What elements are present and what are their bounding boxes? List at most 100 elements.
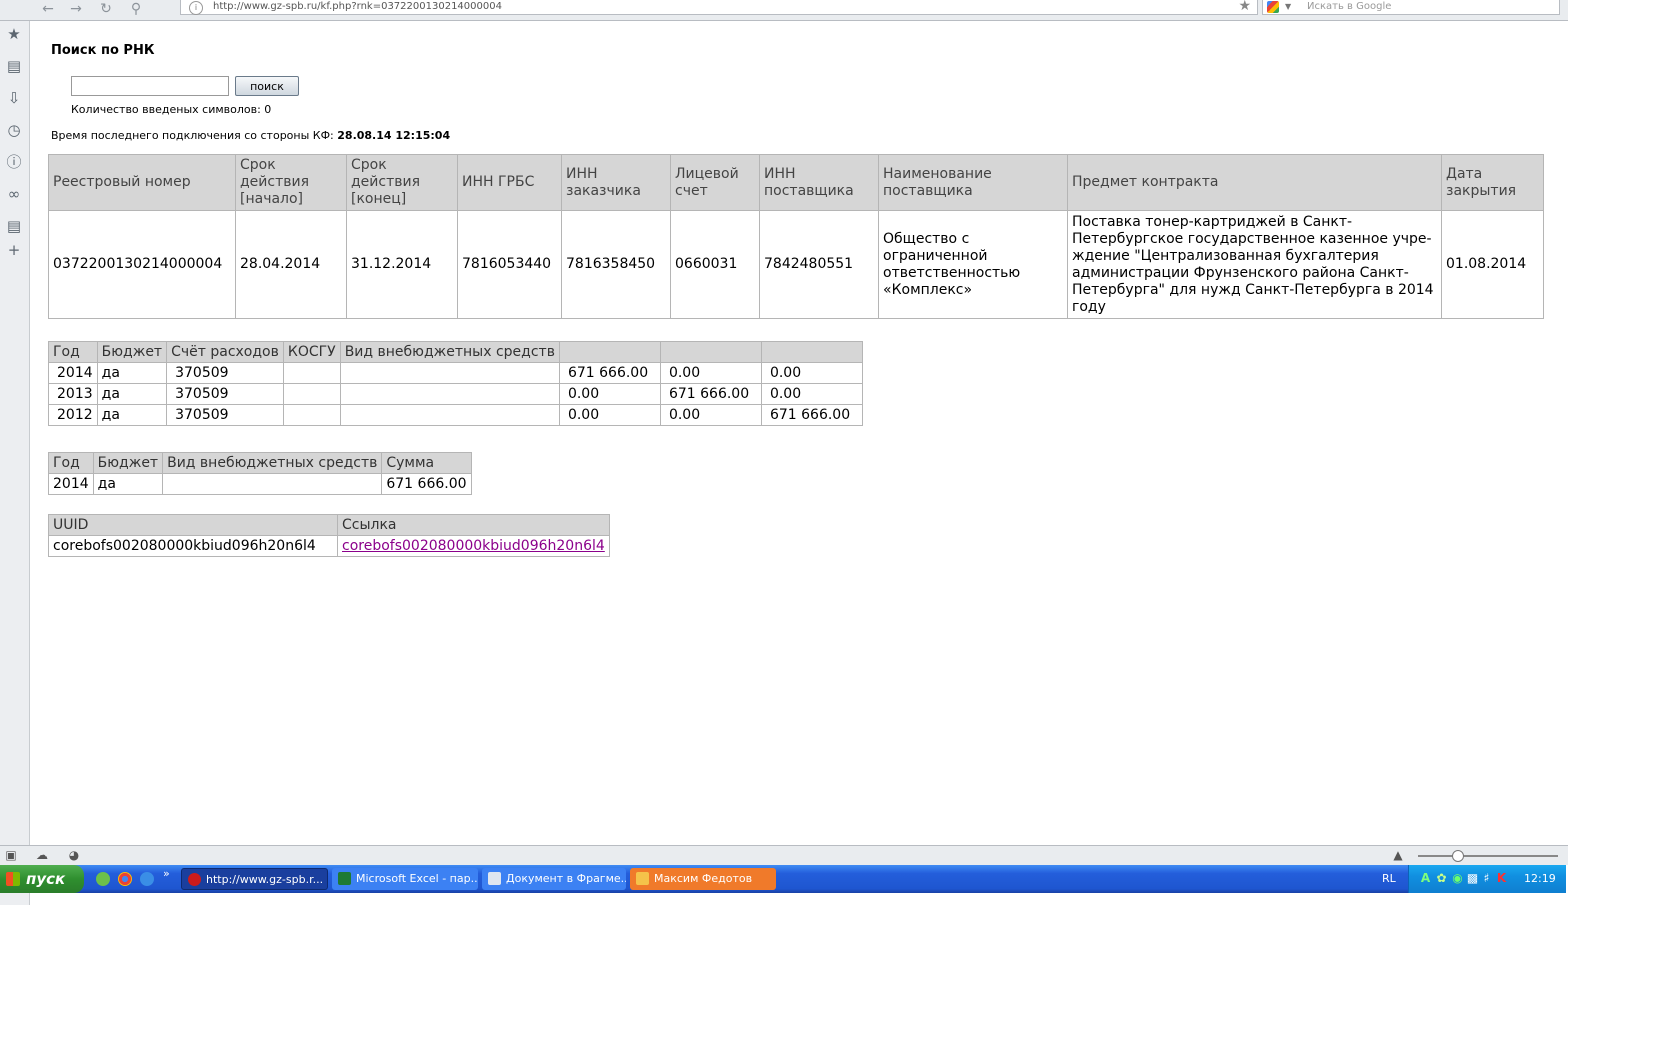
cell-offbudget-type	[162, 473, 383, 495]
google-icon[interactable]	[1267, 1, 1279, 13]
messenger-tray-icon[interactable]: ✿	[1435, 872, 1448, 885]
col-supplier-name: Наименование поставщика	[878, 154, 1068, 211]
site-info-icon[interactable]: i	[189, 1, 203, 15]
col-registry-number: Реестровый номер	[48, 154, 236, 211]
col-close-date: Дата закрытия	[1441, 154, 1544, 211]
cell-year: 2014	[48, 362, 98, 384]
cell-amount-1: 671 666.00	[558, 362, 661, 384]
cell-uuid: corebofs002080000kbiud096h20n6l4	[48, 535, 338, 557]
task-document[interactable]: Документ в Фрагме...	[482, 868, 626, 890]
col-inn-supplier: ИНН поставщика	[759, 154, 879, 211]
table-header-row: UUID Ссылка	[48, 514, 610, 536]
zoom-slider-track[interactable]	[1418, 855, 1558, 857]
task-label: http://www.gz-spb.r...	[206, 873, 324, 886]
chevron-down-icon[interactable]: ▼	[1285, 0, 1291, 14]
browser-statusbar: ▣ ☁ ◕ ▲	[0, 845, 1568, 865]
reload-icon[interactable]: ↻	[96, 1, 116, 17]
page-content: Поиск по РНК поиск Количество введеных с…	[30, 21, 1568, 905]
task-messenger[interactable]: Максим Федотов	[630, 868, 776, 890]
more-quicklaunch-icon[interactable]: »	[163, 867, 170, 880]
cell-contract-subject: Поставка тонер-картриджей в Санкт-Петерб…	[1067, 210, 1442, 319]
cell-amount-3: 671 666.00	[760, 404, 863, 426]
cloud-icon[interactable]: ☁	[34, 848, 50, 862]
col-budget: Бюджет	[92, 452, 164, 474]
col-kosgu: КОСГУ	[282, 341, 341, 363]
taskbar-clock: 12:19	[1524, 872, 1556, 885]
volume-icon[interactable]: ♯	[1480, 872, 1493, 885]
cell-year: 2012	[48, 404, 98, 426]
task-browser[interactable]: http://www.gz-spb.r...	[181, 868, 328, 890]
back-icon[interactable]: ←	[38, 1, 58, 17]
link-icon[interactable]: ∞	[5, 185, 23, 203]
table-row: corebofs002080000kbiud096h20n6l4 corebof…	[48, 535, 610, 557]
chrome-icon[interactable]	[118, 872, 132, 886]
bookmark-star-icon[interactable]: ★	[1238, 0, 1251, 13]
status-tray-icon[interactable]: ◉	[1451, 872, 1464, 885]
task-excel[interactable]: Microsoft Excel - пар...	[332, 868, 478, 890]
search-engine-box[interactable]: ▼ Искать в Google	[1262, 0, 1560, 15]
col-uuid: UUID	[48, 514, 338, 536]
col-amount-3	[760, 341, 863, 363]
cell-kosgu	[282, 383, 341, 405]
windows-taskbar: пуск » http://www.gz-spb.r... Microsoft …	[0, 865, 1566, 893]
col-contract-subject: Предмет контракта	[1067, 154, 1442, 211]
url-text: http://www.gz-spb.ru/kf.php?rnk=03722001…	[213, 1, 502, 12]
cell-offbudget-type	[339, 383, 560, 405]
financing-years-table: Год Бюджет Счёт расходов КОСГУ Вид внебю…	[48, 341, 863, 426]
excel-icon	[338, 872, 351, 885]
language-indicator[interactable]: RL	[1382, 865, 1396, 893]
cell-budget: да	[96, 383, 168, 405]
col-account: Лицевой счет	[670, 154, 760, 211]
cell-amount-1: 0.00	[558, 404, 661, 426]
task-label: Microsoft Excel - пар...	[356, 872, 478, 885]
search-placeholder: Искать в Google	[1307, 1, 1392, 12]
col-amount-2	[659, 341, 762, 363]
history-icon[interactable]: ◷	[5, 121, 23, 139]
uuid-table: UUID Ссылка corebofs002080000kbiud096h20…	[48, 514, 610, 557]
panel-toggle-icon[interactable]: ▣	[3, 848, 19, 862]
col-year: Год	[48, 452, 94, 474]
budget-sum-table: Год Бюджет Вид внебюджетных средств Сумм…	[48, 452, 472, 495]
network-icon[interactable]: ▩	[1466, 872, 1479, 885]
cell-amount-2: 0.00	[659, 362, 762, 384]
col-sum: Сумма	[381, 452, 472, 474]
bookmarks-star-icon[interactable]: ★	[5, 25, 23, 43]
key-icon[interactable]: ⚲	[126, 1, 146, 17]
panels-icon[interactable]: ▤	[5, 217, 23, 235]
cell-budget: да	[92, 473, 164, 495]
cell-offbudget-type	[339, 362, 560, 384]
start-button[interactable]: пуск	[0, 865, 84, 893]
forward-icon[interactable]: →	[66, 1, 86, 17]
keyboard-switcher-icon[interactable]: K	[1495, 872, 1508, 885]
downloads-icon[interactable]: ⇩	[5, 89, 23, 107]
cell-expense-account: 370509	[166, 404, 284, 426]
search-button[interactable]: поиск	[235, 76, 299, 96]
cell-budget: да	[96, 362, 168, 384]
table-row: 2013 да 370509 0.00 671 666.00 0.00	[48, 383, 863, 405]
zoom-slider-handle[interactable]	[1452, 850, 1464, 862]
antivirus-icon[interactable]: A	[1419, 872, 1432, 885]
cell-link: corebofs002080000kbiud096h20n6l4	[337, 535, 610, 557]
cell-kosgu	[282, 362, 341, 384]
cell-supplier-name: Общество с ограниченной ответственностью…	[878, 210, 1068, 319]
ie-icon[interactable]	[140, 872, 154, 886]
cell-expense-account: 370509	[166, 362, 284, 384]
info-icon[interactable]: ⓘ	[5, 153, 23, 171]
cell-year: 2013	[48, 383, 98, 405]
document-link[interactable]: corebofs002080000kbiud096h20n6l4	[342, 538, 605, 554]
browser-sidebar: ★ ▤ ⇩ ◷ ⓘ ∞ ▤ +	[0, 21, 30, 905]
add-panel-icon[interactable]: +	[5, 241, 23, 259]
table-row: 2014 да 671 666.00	[48, 473, 472, 495]
col-term-end: Срок действия [конец]	[346, 154, 458, 211]
table-header-row: Год Бюджет Счёт расходов КОСГУ Вид внебю…	[48, 341, 863, 363]
last-connection-label: Время последнего подключения со стороны …	[51, 129, 334, 142]
notes-icon[interactable]: ▤	[5, 57, 23, 75]
rnk-search-input[interactable]	[71, 76, 229, 96]
speed-dial-icon[interactable]: ◕	[66, 848, 82, 862]
chevron-up-icon[interactable]: ▲	[1390, 848, 1406, 862]
address-bar[interactable]: i http://www.gz-spb.ru/kf.php?rnk=037220…	[180, 0, 1258, 15]
cell-amount-1: 0.00	[558, 383, 661, 405]
start-label: пуск	[26, 870, 66, 888]
quicklaunch-icon[interactable]	[96, 872, 110, 886]
cell-offbudget-type	[339, 404, 560, 426]
